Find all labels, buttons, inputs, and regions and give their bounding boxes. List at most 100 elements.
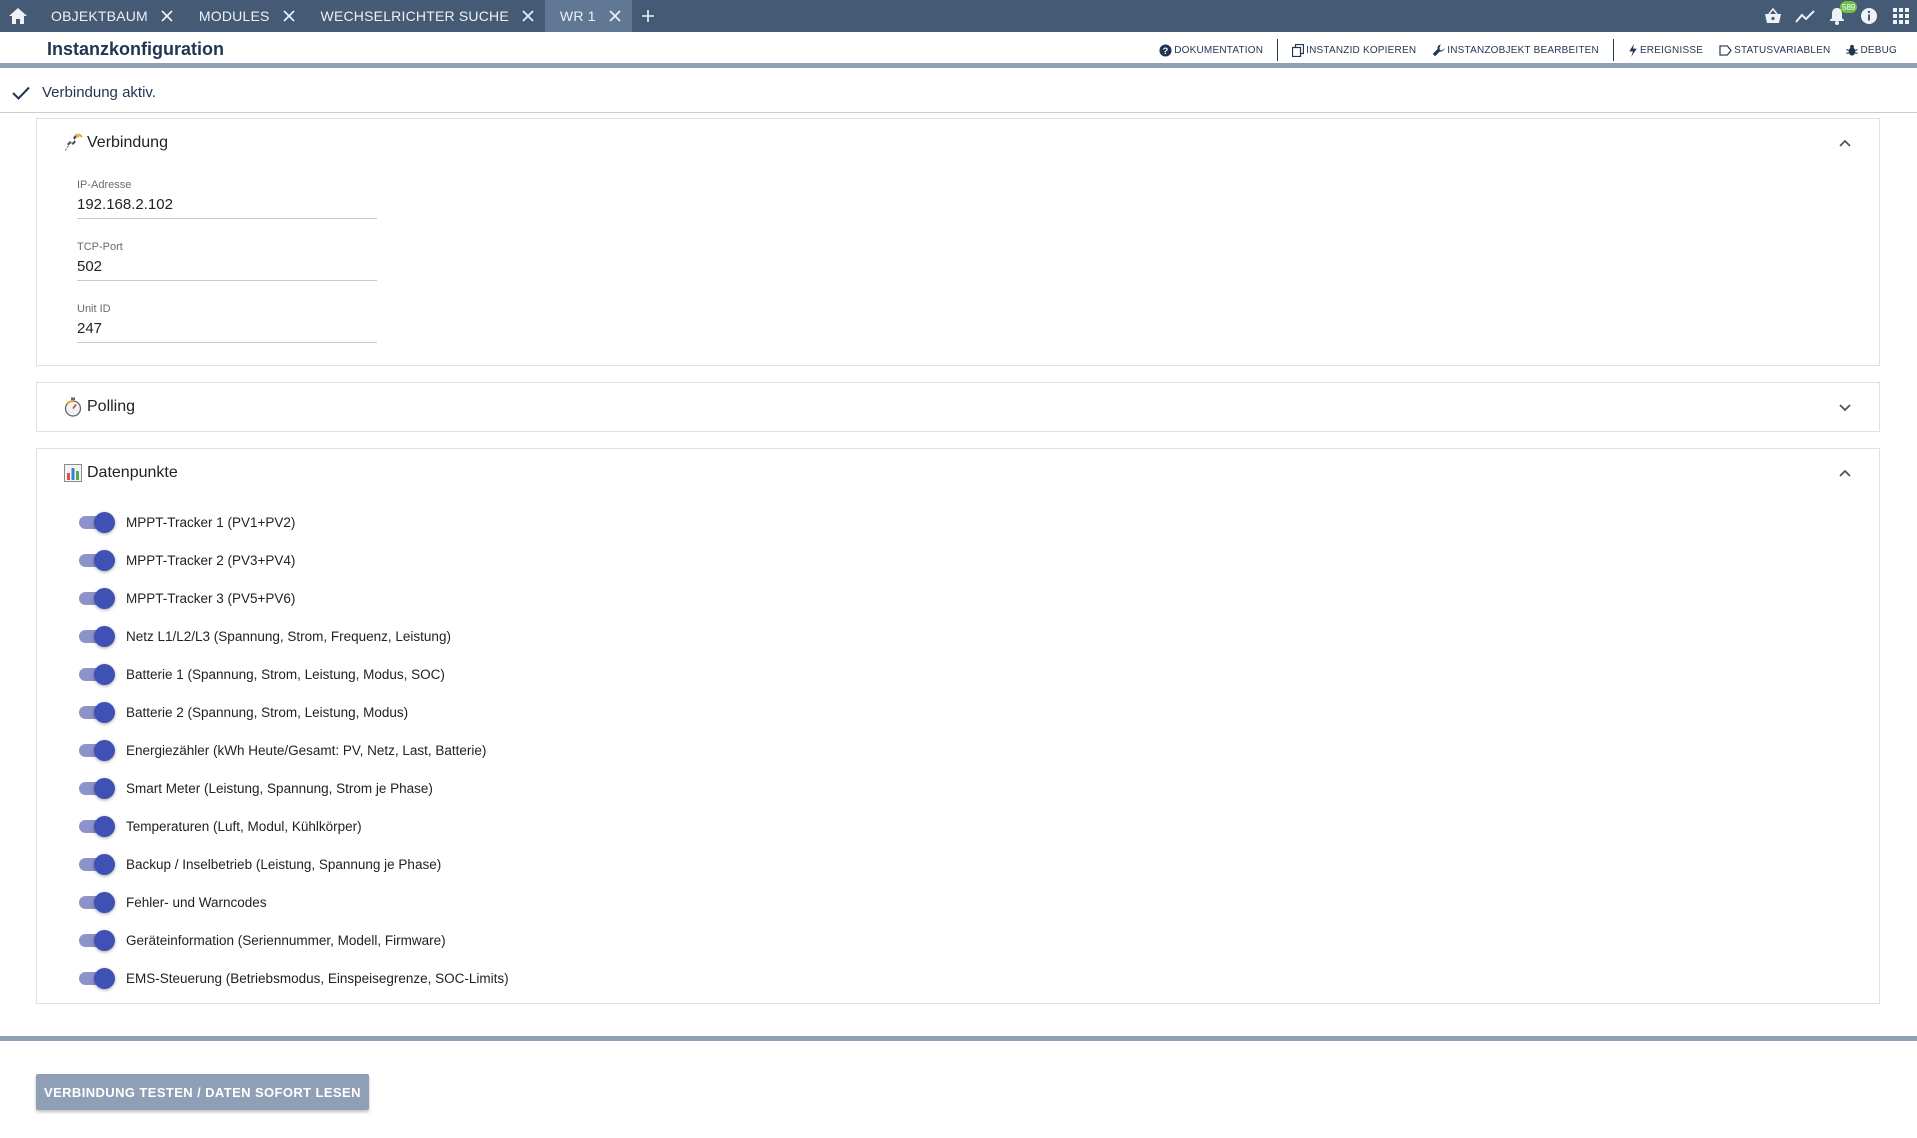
events-label: EREIGNISSE (1639, 44, 1704, 56)
copy-icon (1292, 43, 1305, 57)
help-icon: ? (1159, 43, 1172, 57)
connection-panel-header[interactable]: Verbindung (37, 119, 1879, 167)
edit-object-button[interactable]: INSTANZOBJEKT BEARBEITEN (1424, 43, 1607, 57)
tab-label: WR 1 (559, 8, 596, 24)
datapoints-panel-header[interactable]: Datenpunkte (37, 449, 1879, 497)
tab-wechselrichter-suche[interactable]: WECHSELRICHTER SUCHE (306, 0, 545, 32)
tab-modules[interactable]: MODULES (184, 0, 306, 32)
ip-address-value[interactable]: 192.168.2.102 (77, 196, 173, 213)
datapoint-label: Geräteinformation (Seriennummer, Modell,… (126, 932, 446, 948)
debug-button[interactable]: DEBUG (1838, 44, 1905, 57)
switch-knob (94, 550, 115, 571)
datapoint-label: MPPT-Tracker 3 (PV5+PV6) (126, 590, 296, 606)
documentation-button[interactable]: ? DOKUMENTATION (1151, 43, 1271, 57)
tcp-port-field[interactable]: TCP-Port 502 (77, 241, 377, 281)
datapoint-row: MPPT-Tracker 3 (PV5+PV6) (77, 579, 509, 617)
unit-id-label: Unit ID (77, 303, 111, 315)
unit-id-field[interactable]: Unit ID 247 (77, 303, 377, 343)
close-icon[interactable] (608, 9, 622, 23)
datapoint-toggle-switch[interactable] (77, 777, 115, 799)
switch-knob (94, 512, 115, 533)
datapoint-label: Batterie 1 (Spannung, Strom, Leistung, M… (126, 666, 445, 682)
documentation-label: DOKUMENTATION (1174, 44, 1264, 56)
polling-panel-header[interactable]: Polling (37, 383, 1879, 431)
datapoints-panel: Datenpunkte MPPT-Tracker 1 (PV1+PV2) MPPT… (36, 448, 1880, 1004)
datapoint-label: Energiezähler (kWh Heute/Gesamt: PV, Net… (126, 742, 487, 758)
datapoint-row: Batterie 1 (Spannung, Strom, Leistung, M… (77, 655, 509, 693)
tcp-port-value[interactable]: 502 (77, 258, 102, 275)
polling-title: Polling (87, 398, 136, 415)
title-bar: Instanzkonfiguration ? DOKUMENTATION INS… (0, 32, 1917, 68)
datapoint-toggle-switch[interactable] (77, 815, 115, 837)
tcp-port-label: TCP-Port (77, 241, 123, 253)
datapoint-toggle-switch[interactable] (77, 853, 115, 875)
close-icon[interactable] (160, 9, 174, 23)
close-icon[interactable] (282, 9, 296, 23)
datapoint-label: Batterie 2 (Spannung, Strom, Leistung, M… (126, 704, 409, 720)
datapoint-toggle-switch[interactable] (77, 739, 115, 761)
datapoint-toggle-switch[interactable] (77, 967, 115, 989)
apps-grid-icon[interactable] (1885, 0, 1917, 32)
chevron-down-icon[interactable] (1837, 399, 1853, 415)
datapoint-toggle-switch[interactable] (77, 929, 115, 951)
events-button[interactable]: EREIGNISSE (1620, 43, 1711, 57)
lightning-icon (1629, 43, 1637, 57)
add-tab-icon[interactable] (632, 0, 664, 32)
debug-label: DEBUG (1860, 44, 1897, 56)
switch-knob (94, 626, 115, 647)
datapoint-label: Smart Meter (Leistung, Spannung, Strom j… (126, 780, 433, 796)
datapoint-row: Netz L1/L2/L3 (Spannung, Strom, Frequenz… (77, 617, 509, 655)
header-actions: ? DOKUMENTATION INSTANZID KOPIEREN INSTA… (1151, 39, 1905, 61)
ip-address-field[interactable]: IP-Adresse 192.168.2.102 (77, 179, 377, 219)
tab-label: WECHSELRICHTER SUCHE (320, 8, 509, 24)
chevron-up-icon[interactable] (1837, 465, 1853, 481)
switch-knob (94, 854, 115, 875)
datapoint-toggle-switch[interactable] (77, 587, 115, 609)
home-icon[interactable] (0, 0, 36, 32)
datapoint-label: EMS-Steuerung (Betriebsmodus, Einspeiseg… (126, 970, 509, 986)
status-variables-button[interactable]: STATUSVARIABLEN (1711, 45, 1838, 56)
datapoint-label: Backup / Inselbetrieb (Leistung, Spannun… (126, 856, 442, 872)
status-variables-label: STATUSVARIABLEN (1734, 44, 1831, 56)
copy-id-button[interactable]: INSTANZID KOPIEREN (1284, 43, 1424, 57)
datapoint-row: Smart Meter (Leistung, Spannung, Strom j… (77, 769, 509, 807)
datapoint-row: Temperaturen (Luft, Modul, Kühlkörper) (77, 807, 509, 845)
connection-title: Verbindung (87, 134, 168, 151)
datapoint-row: Fehler- und Warncodes (77, 883, 509, 921)
connection-status: Verbindung aktiv. (0, 73, 1917, 113)
connection-panel: Verbindung IP-Adresse 192.168.2.102 TCP-… (36, 118, 1880, 366)
switch-knob (94, 892, 115, 913)
polling-panel: Polling (36, 382, 1880, 432)
datapoint-toggle-switch[interactable] (77, 701, 115, 723)
datapoint-toggle-switch[interactable] (77, 891, 115, 913)
tab-objektbaum[interactable]: OBJEKTBAUM (36, 0, 184, 32)
unit-id-value[interactable]: 247 (77, 320, 102, 337)
datapoint-row: Batterie 2 (Spannung, Strom, Leistung, M… (77, 693, 509, 731)
datapoint-toggle-list: MPPT-Tracker 1 (PV1+PV2) MPPT-Tracker 2 (… (77, 503, 509, 997)
datapoint-label: Fehler- und Warncodes (126, 894, 267, 910)
tab-wr1[interactable]: WR 1 (544, 0, 632, 32)
switch-knob (94, 816, 115, 837)
stopwatch-icon (63, 397, 83, 417)
datapoint-label: MPPT-Tracker 1 (PV1+PV2) (126, 514, 296, 530)
bell-icon[interactable]: 589 (1821, 0, 1858, 32)
tab-label: OBJEKTBAUM (51, 8, 148, 24)
close-icon[interactable] (521, 9, 535, 23)
datapoint-toggle-switch[interactable] (77, 663, 115, 685)
datapoint-toggle-switch[interactable] (77, 625, 115, 647)
chevron-up-icon[interactable] (1837, 135, 1853, 151)
datapoint-row: Backup / Inselbetrieb (Leistung, Spannun… (77, 845, 509, 883)
divider (1277, 39, 1279, 61)
wrench-icon (1432, 43, 1445, 56)
datapoint-toggle-switch[interactable] (77, 511, 115, 533)
datapoint-row: MPPT-Tracker 1 (PV1+PV2) (77, 503, 509, 541)
datapoint-row: Energiezähler (kWh Heute/Gesamt: PV, Net… (77, 731, 509, 769)
trend-icon[interactable] (1789, 0, 1821, 32)
switch-knob (94, 702, 115, 723)
info-icon[interactable] (1853, 0, 1885, 32)
datapoint-toggle-switch[interactable] (77, 549, 115, 571)
bar-chart-icon (63, 463, 83, 483)
switch-knob (94, 778, 115, 799)
basket-icon[interactable] (1757, 0, 1789, 32)
test-connection-button[interactable]: VERBINDUNG TESTEN / DATEN SOFORT LESEN (36, 1074, 369, 1110)
